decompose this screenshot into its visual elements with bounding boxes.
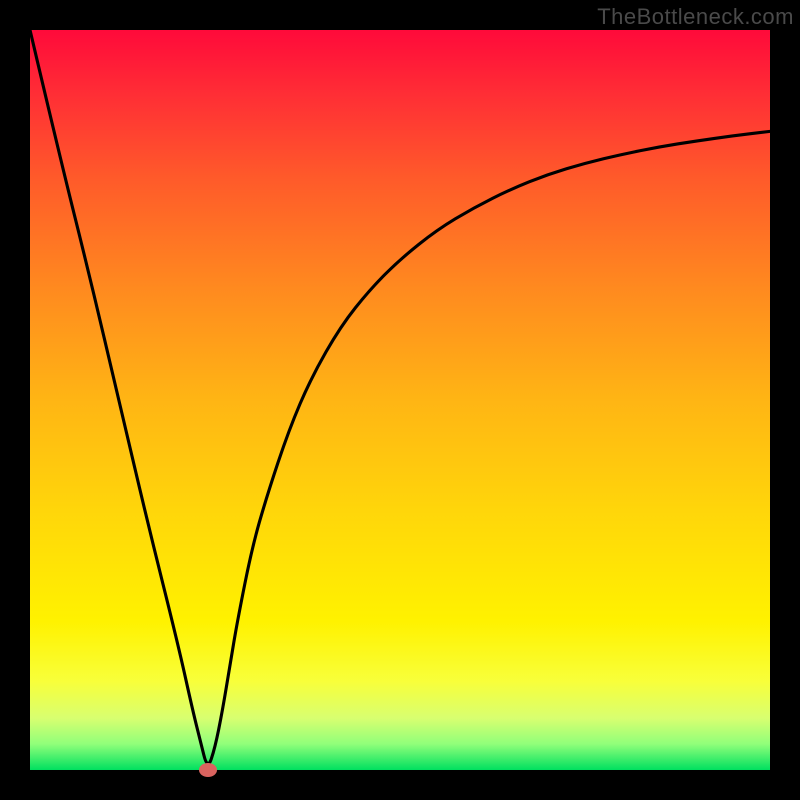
chart-frame: TheBottleneck.com [0, 0, 800, 800]
watermark-text: TheBottleneck.com [597, 4, 794, 30]
minimum-marker [199, 763, 217, 777]
bottleneck-curve-path [30, 30, 770, 764]
chart-svg [30, 30, 770, 770]
